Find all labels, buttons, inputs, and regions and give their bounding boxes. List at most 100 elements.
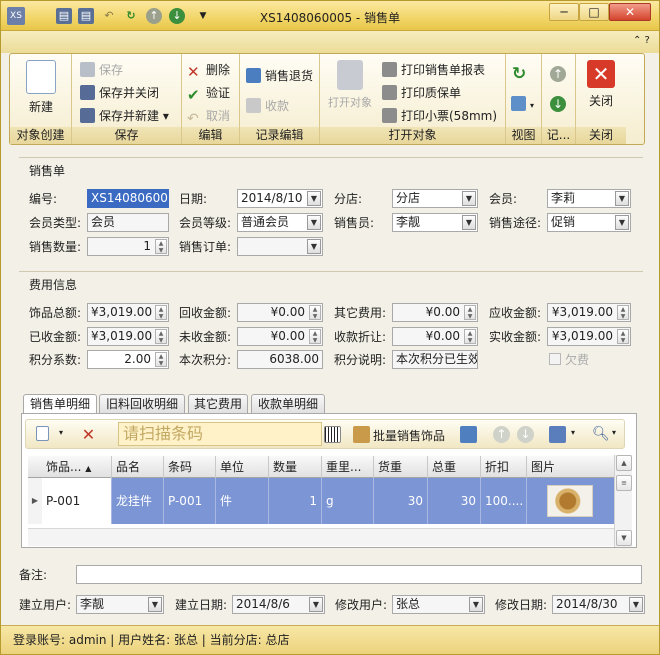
export-icon[interactable]: [549, 426, 566, 443]
export-dropdown-icon[interactable]: ▾: [571, 428, 575, 437]
salesperson-select[interactable]: 李靓 ▼: [392, 213, 478, 232]
collected-field[interactable]: ¥3,019.00 ▲ ▼: [87, 327, 169, 346]
column-header-goods-weight[interactable]: 货重: [374, 456, 428, 478]
receivable-field[interactable]: ¥3,019.00 ▲ ▼: [547, 303, 631, 322]
other-fee-field[interactable]: ¥0.00 ▲ ▼: [392, 303, 478, 322]
new-row-icon[interactable]: [36, 426, 49, 441]
new-button[interactable]: 新建: [16, 60, 66, 115]
collect-button[interactable]: 收款: [246, 96, 289, 116]
chevron-down-icon[interactable]: ▼: [462, 191, 476, 206]
cell-discount[interactable]: 100....: [481, 478, 527, 524]
spin-buttons[interactable]: ▲ ▼: [155, 352, 167, 367]
channel-select[interactable]: 促销 ▼: [547, 213, 631, 232]
chevron-down-icon[interactable]: ▼: [309, 597, 323, 612]
scroll-up-icon[interactable]: ▲: [616, 455, 632, 471]
discount-field[interactable]: ¥0.00 ▲ ▼: [392, 327, 478, 346]
batch-sell-button[interactable]: 批量销售饰品: [373, 427, 445, 444]
cell-image[interactable]: [527, 478, 614, 524]
owed-checkbox[interactable]: [549, 353, 561, 365]
spin-buttons[interactable]: ▲ ▼: [155, 329, 167, 344]
grid-vertical-scrollbar[interactable]: ▲ ≡ ▼: [614, 455, 632, 547]
points-factor-field[interactable]: 2.00 ▲ ▼: [87, 350, 169, 369]
chevron-down-icon[interactable]: ▼: [629, 597, 643, 612]
cell-goods-weight[interactable]: 30: [374, 478, 428, 524]
member-level-select[interactable]: 普通会员 ▼: [237, 213, 323, 232]
points-note-field[interactable]: 本次积分已生效: [392, 350, 478, 369]
spin-buttons[interactable]: ▲ ▼: [617, 329, 629, 344]
maximize-button[interactable]: □: [579, 3, 609, 21]
verify-button[interactable]: ✔ 验证: [187, 83, 230, 103]
column-header-code[interactable]: 饰品... ▲: [42, 456, 112, 478]
scroll-down-icon[interactable]: ▼: [616, 530, 632, 546]
order-select[interactable]: ▼: [237, 237, 323, 256]
points-field[interactable]: 6038.00: [237, 350, 323, 369]
chevron-down-icon[interactable]: ▼: [148, 597, 162, 612]
search-icon[interactable]: 🔍︎: [592, 426, 610, 443]
move-down-icon[interactable]: ↓: [517, 426, 534, 443]
modify-date-picker[interactable]: 2014/8/30 ▼: [552, 595, 645, 614]
chevron-down-icon[interactable]: ▼: [462, 215, 476, 230]
close-window-button[interactable]: ✕: [609, 3, 651, 21]
chevron-down-icon[interactable]: ▼: [615, 215, 629, 230]
member-type-field[interactable]: 会员: [87, 213, 169, 232]
modifier-select[interactable]: 张总 ▼: [392, 595, 485, 614]
create-date-picker[interactable]: 2014/8/6 ▼: [232, 595, 325, 614]
cell-code[interactable]: P-001: [42, 478, 112, 524]
spin-buttons[interactable]: ▲ ▼: [617, 305, 629, 320]
chevron-down-icon[interactable]: ▼: [307, 239, 321, 254]
table-row[interactable]: ▶ P-001 龙挂件 P-001 件 1 g 30 30 100....: [28, 478, 614, 524]
uncollected-field[interactable]: ¥0.00 ▲ ▼: [237, 327, 323, 346]
delete-button[interactable]: ✕ 删除: [187, 60, 230, 80]
column-header-barcode[interactable]: 条码: [164, 456, 216, 478]
delete-row-icon[interactable]: ✕: [80, 426, 97, 443]
jewelry-total-field[interactable]: ¥3,019.00 ▲ ▼: [87, 303, 169, 322]
tab-recycle-detail[interactable]: 旧料回收明细: [99, 394, 185, 414]
scroll-thumb[interactable]: ≡: [616, 475, 632, 491]
code-field[interactable]: XS140806000: [87, 189, 169, 208]
column-header-qty[interactable]: 数量: [269, 456, 322, 478]
column-header-unit[interactable]: 单位: [216, 456, 269, 478]
note-field[interactable]: [76, 565, 642, 584]
column-header-weight-unit[interactable]: 重里...: [322, 456, 374, 478]
cell-weight-unit[interactable]: g: [322, 478, 374, 524]
spin-buttons[interactable]: ▲ ▼: [155, 239, 167, 254]
spin-buttons[interactable]: ▲ ▼: [309, 329, 321, 344]
tab-sales-detail[interactable]: 销售单明细: [23, 394, 97, 415]
chevron-down-icon[interactable]: ▼: [307, 191, 321, 206]
cancel-button[interactable]: ↶ 取消: [187, 106, 230, 127]
column-header-total-weight[interactable]: 总重: [428, 456, 481, 478]
search-dropdown-icon[interactable]: ▾: [612, 428, 616, 437]
previous-record-button[interactable]: ↑: [550, 66, 566, 82]
cell-name[interactable]: 龙挂件: [112, 478, 164, 524]
sales-return-button[interactable]: 销售退货: [246, 66, 313, 86]
store-select[interactable]: 分店 ▼: [392, 189, 478, 208]
print-warranty-button[interactable]: 打印质保单: [382, 83, 461, 103]
tab-other-fees[interactable]: 其它费用: [188, 394, 248, 414]
barcode-scan-input[interactable]: 请扫描条码: [118, 422, 322, 446]
actual-field[interactable]: ¥3,019.00 ▲ ▼: [547, 327, 631, 346]
member-select[interactable]: 李莉 ▼: [547, 189, 631, 208]
grid-horizontal-scrollbar[interactable]: [28, 528, 614, 546]
view-options-button[interactable]: ▾: [511, 94, 534, 114]
new-row-dropdown-icon[interactable]: ▾: [59, 428, 63, 437]
cell-barcode[interactable]: P-001: [164, 478, 216, 524]
minimize-button[interactable]: ─: [549, 3, 579, 21]
date-picker[interactable]: 2014/8/10 ▼: [237, 189, 323, 208]
close-button[interactable]: ✕ 关闭: [582, 60, 620, 109]
move-up-icon[interactable]: ↑: [493, 426, 510, 443]
save-new-button[interactable]: 保存并新建 ▾: [80, 106, 169, 126]
column-header-name[interactable]: 品名: [112, 456, 164, 478]
qty-field[interactable]: 1 ▲ ▼: [87, 237, 169, 256]
column-header-discount[interactable]: 折扣: [481, 456, 527, 478]
recycle-field[interactable]: ¥0.00 ▲ ▼: [237, 303, 323, 322]
cell-total-weight[interactable]: 30: [428, 478, 481, 524]
chevron-down-icon[interactable]: ▼: [469, 597, 483, 612]
grid-settings-icon[interactable]: [460, 426, 477, 443]
tab-collection-detail[interactable]: 收款单明细: [251, 394, 325, 414]
chevron-down-icon[interactable]: ▼: [615, 191, 629, 206]
spin-buttons[interactable]: ▲ ▼: [309, 305, 321, 320]
print-ticket-button[interactable]: 打印小票(58mm): [382, 106, 497, 126]
spin-buttons[interactable]: ▲ ▼: [464, 329, 476, 344]
spin-buttons[interactable]: ▲ ▼: [155, 305, 167, 320]
save-button[interactable]: 保存: [80, 60, 123, 80]
